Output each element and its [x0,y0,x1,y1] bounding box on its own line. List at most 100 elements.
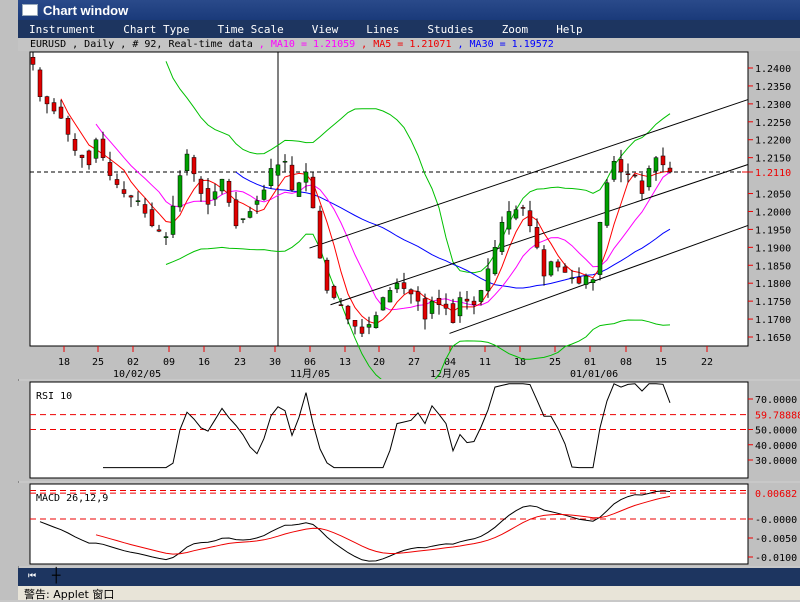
candle-body [163,236,169,238]
price-panel: 1.2400 1.2350 1.2300 1.2250 1.2200 1.2150 1.20… [18,51,800,391]
month-label: 10/02/05 [113,369,161,379]
date-tick-label: 25 [92,357,104,368]
candle-body [653,157,659,172]
candle-body [170,205,176,235]
candle-body [275,164,281,176]
desktop-edge [0,0,19,600]
date-tick-label: 18 [514,357,526,368]
candle-body [254,200,260,205]
rsi-tick-label: 70.0000 [755,395,797,406]
date-tick-label: 18 [58,357,70,368]
info-line: EURUSD , Daily , # 92, Real-time data , … [18,38,800,51]
candle-body [79,154,85,158]
macd-chart[interactable]: MACD 26,12,9 -0.0000 -0.0050 -0.0100 0.00682 [18,483,800,566]
candle-body [345,305,351,320]
candle-body [359,326,365,334]
menu-time-scale[interactable]: Time Scale [217,23,283,36]
rsi-chart[interactable]: RSI 10 70.0000 50.0000 40.0000 30.0000 59.788… [18,381,800,481]
date-tick-label: 22 [701,357,713,368]
price-tick-label: 1.2350 [755,82,791,93]
date-tick-label: 20 [373,357,385,368]
candle-body [576,276,582,284]
rsi-tick-label: 50.0000 [755,426,797,437]
candle-body [135,200,141,202]
candle-body [184,153,190,171]
candle-body [471,300,477,305]
candle-body [401,282,407,289]
candle-body [541,249,547,277]
macd-tick-label: -0.0050 [755,534,797,545]
current-price-label: 1.2110 [755,168,791,179]
candle-body [625,173,631,175]
price-tick-label: 1.1800 [755,279,791,290]
macd-tick-label: -0.0000 [755,515,797,526]
candle-body [240,218,246,220]
candle-body [569,277,575,280]
candle-body [667,167,673,173]
window-icon [22,4,38,16]
month-label: 11月/05 [290,368,330,379]
price-tick-label: 1.2000 [755,207,791,218]
price-tick-label: 1.1650 [755,333,791,344]
menu-studies[interactable]: Studies [427,23,473,36]
rsi-current-label: 59.78888 [755,411,800,422]
candle-body [317,210,323,259]
candle-body [100,138,106,158]
candle-body [219,178,225,192]
menu-instrument[interactable]: Instrument [29,23,95,36]
candle-body [457,297,463,317]
candle-body [548,261,554,276]
candle-body [611,161,617,180]
date-tick-label: 30 [269,357,281,368]
candle-body [191,157,197,175]
candle-body [583,275,589,285]
candle-body [261,189,267,200]
crosshair-icon[interactable]: ┼ [52,568,60,584]
price-tick-label: 1.2050 [755,190,791,201]
menu-bar: Instrument Chart Type Time Scale View Li… [18,20,800,38]
candle-body [478,290,484,302]
menu-chart-type[interactable]: Chart Type [123,23,189,36]
candle-body [380,297,386,311]
macd-panel: MACD 26,12,9 -0.0000 -0.0050 -0.0100 0.00682 [18,483,800,566]
macd-current-label: 0.00682 [755,489,797,500]
menu-lines[interactable]: Lines [366,23,399,36]
price-tick-label: 1.1950 [755,225,791,236]
menu-help[interactable]: Help [556,23,583,36]
ma5-value: , MA5 = 1.21071 [361,39,452,50]
menu-zoom[interactable]: Zoom [502,23,529,36]
candle-body [324,259,330,291]
candle-body [205,188,211,205]
scroll-start-icon[interactable]: ⏮ [28,571,36,581]
candle-body [646,168,652,188]
macd-label: MACD 26,12,9 [36,493,108,504]
candle-body [415,291,421,302]
candle-body [156,229,162,232]
candle-body [268,168,274,186]
date-tick-label: 23 [234,357,246,368]
candle-body [485,268,491,292]
macd-tick-label: -0.0100 [755,553,797,564]
candle-body [618,159,624,173]
candle-body [37,69,43,97]
menu-view[interactable]: View [312,23,339,36]
candle-body [443,303,449,309]
candle-body [226,180,232,203]
date-tick-label: 06 [304,357,316,368]
price-chart[interactable]: 1.2400 1.2350 1.2300 1.2250 1.2200 1.2150 1.20… [18,51,800,391]
symbol-info: EURUSD , Daily , # 92, Real-time data [30,39,253,50]
price-tick-label: 1.2300 [755,100,791,111]
candle-body [114,179,120,185]
candle-body [233,199,239,227]
candle-body [597,221,603,275]
candle-body [65,117,71,135]
rsi-label: RSI 10 [36,391,72,402]
candle-body [296,182,302,197]
rsi-tick-label: 40.0000 [755,441,797,452]
date-tick-label: 27 [408,357,420,368]
candle-body [373,315,379,329]
candle-body [506,211,512,230]
candle-body [527,210,533,227]
chart-toolbar: ⏮ ┼ [18,568,800,586]
candle-body [422,298,428,320]
